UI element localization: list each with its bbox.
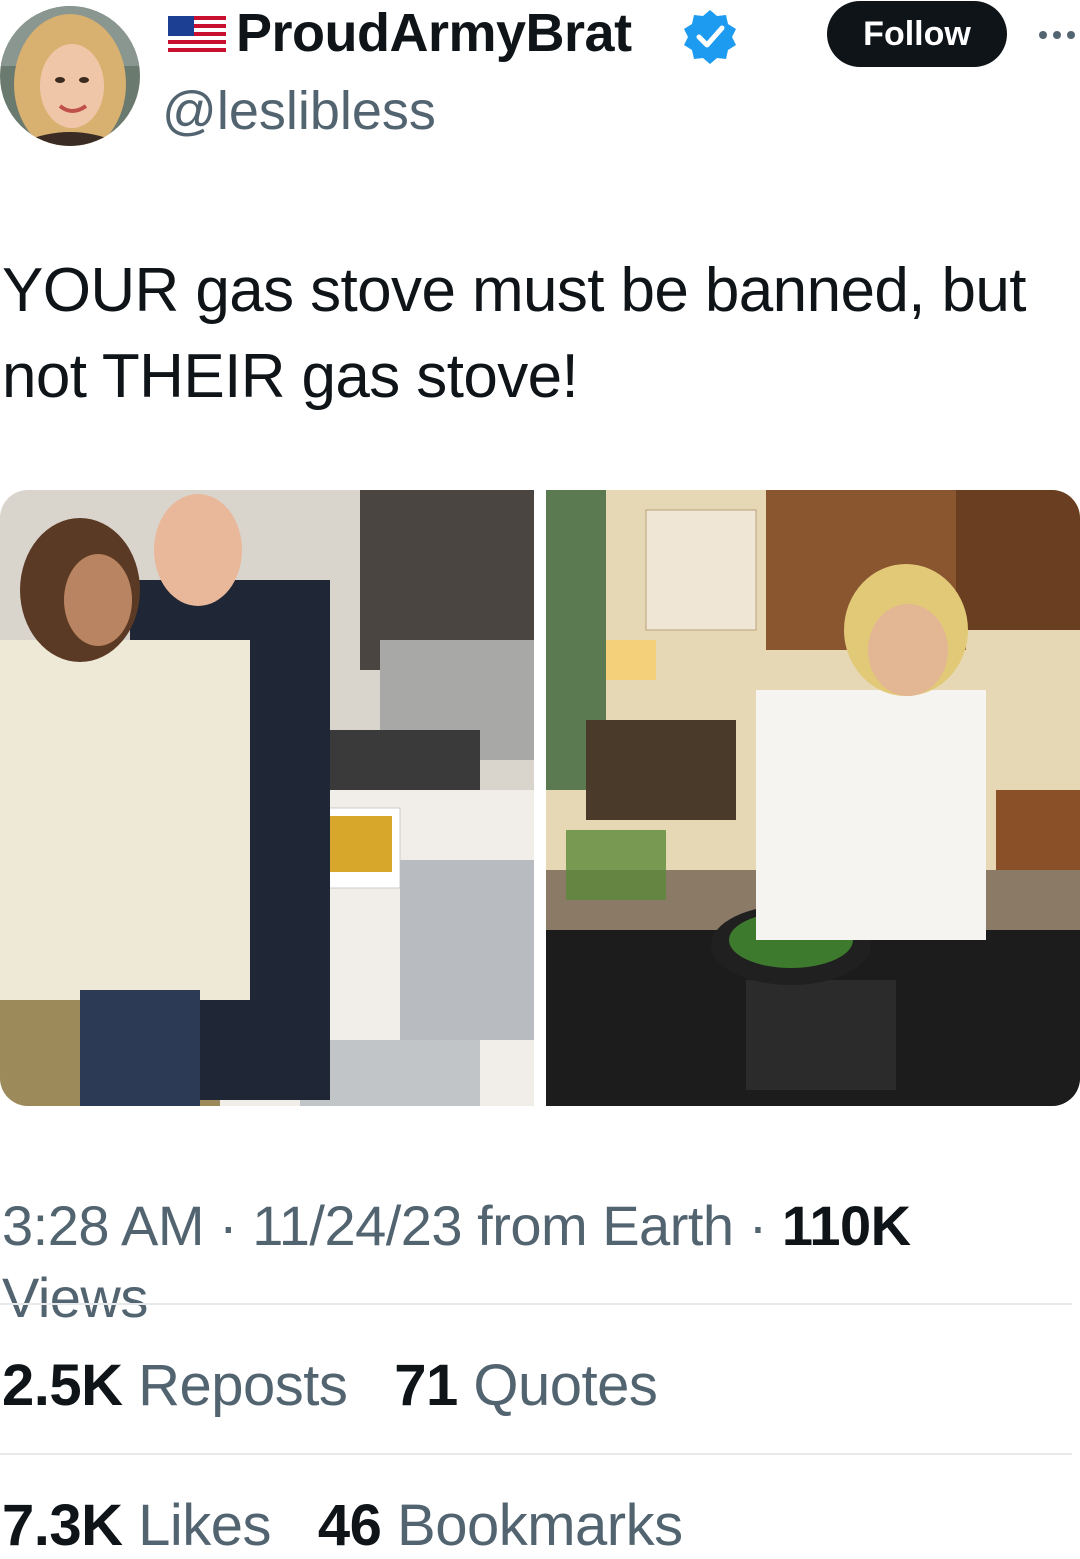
likes-stat[interactable]: 7.3K Likes [2,1493,272,1558]
more-options-icon[interactable] [1037,28,1077,42]
quotes-label: Quotes [473,1353,658,1418]
tweet-meta: 3:28 AM · 11/24/23 from Earth · 110K Vie… [2,1190,1078,1334]
bookmarks-stat[interactable]: 46 Bookmarks [318,1493,683,1558]
photo-kitchen-couple[interactable] [0,490,534,1106]
us-flag-icon [168,16,226,52]
views-count: 110K [781,1194,911,1257]
divider [0,1303,1072,1305]
meta-separator: · [748,1194,768,1257]
timestamp-time[interactable]: 3:28 AM [2,1194,204,1257]
likes-count: 7.3K [2,1493,123,1558]
handle[interactable]: @leslibless [162,80,436,142]
display-name[interactable]: ProudArmyBrat [236,2,632,64]
quotes-stat[interactable]: 71 Quotes [394,1353,658,1418]
divider [0,1453,1072,1455]
avatar[interactable] [0,6,140,146]
bookmarks-label: Bookmarks [397,1493,683,1558]
photo-woman-cooking[interactable] [546,490,1080,1106]
views-label: Views [2,1266,148,1329]
tweet-text: YOUR gas stove must be banned, but not T… [2,256,1026,411]
reposts-count: 2.5K [2,1353,123,1418]
tweet-source: from Earth [477,1194,734,1257]
follow-button[interactable]: Follow [827,1,1007,67]
verified-badge-icon [682,8,738,64]
meta-separator: · [219,1194,238,1257]
reposts-stat[interactable]: 2.5K Reposts [2,1353,348,1418]
timestamp-date[interactable]: 11/24/23 [252,1194,462,1257]
bookmarks-count: 46 [317,1493,382,1558]
quotes-count: 71 [394,1353,458,1418]
stats-row-reposts: 2.5K Reposts 71 Quotes [2,1352,658,1419]
likes-label: Likes [138,1493,272,1558]
reposts-label: Reposts [138,1353,348,1418]
